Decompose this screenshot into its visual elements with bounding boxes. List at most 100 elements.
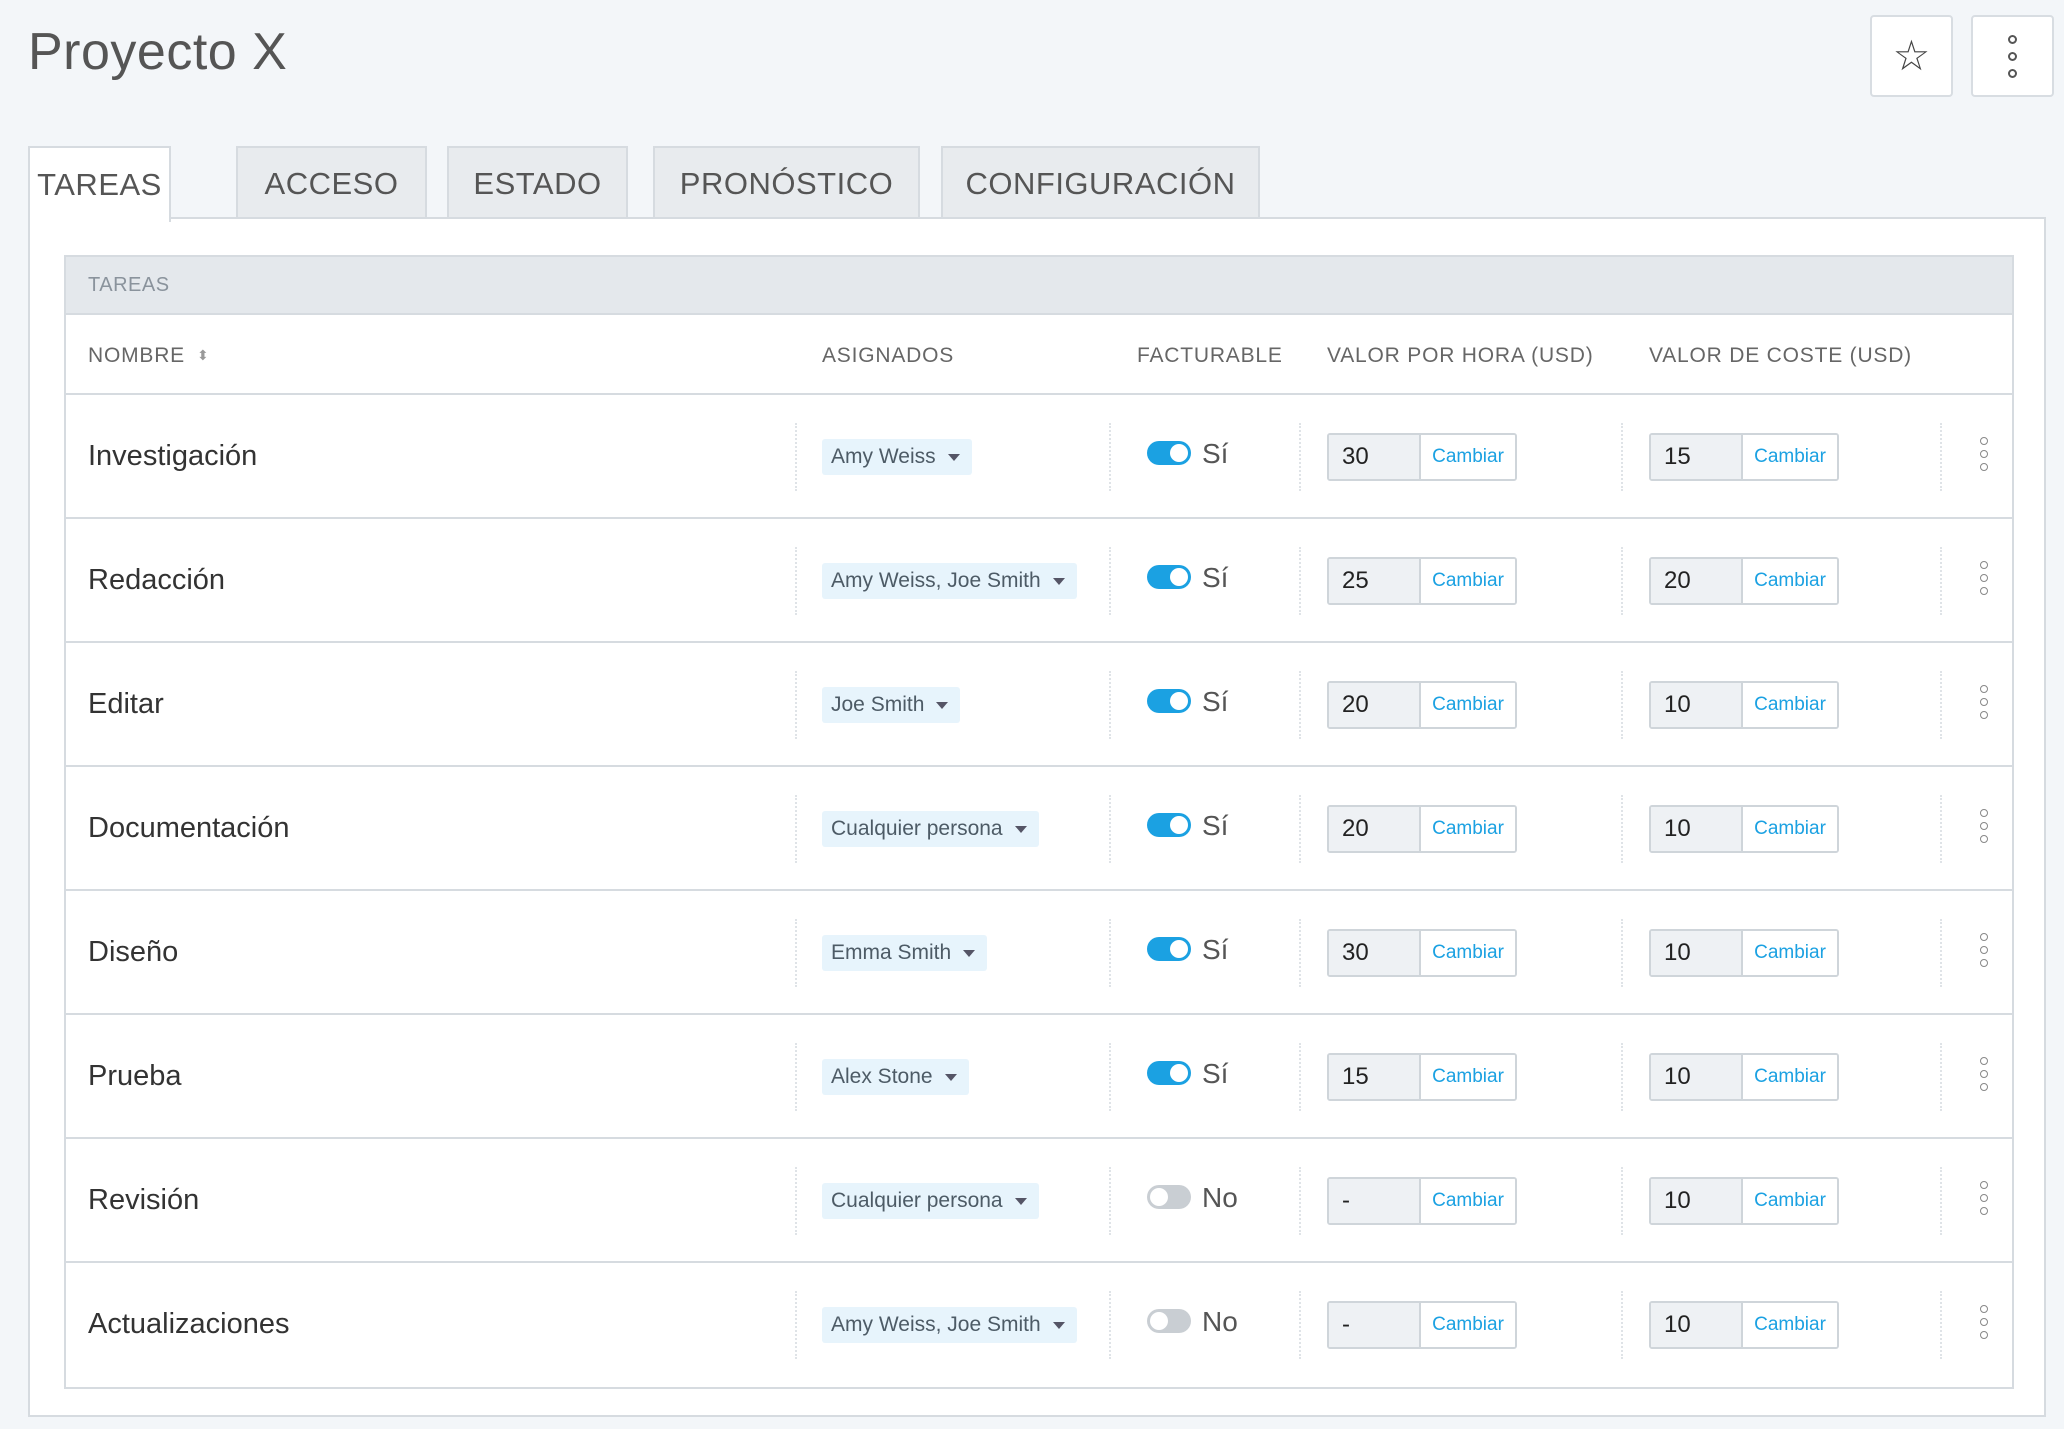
cost-rate-group: 20 Cambiar: [1649, 557, 1839, 605]
tab-configuracion[interactable]: CONFIGURACIÓN: [941, 146, 1260, 219]
cost-rate-change-button[interactable]: Cambiar: [1743, 807, 1837, 851]
vertical-dots-icon: [1980, 1057, 1988, 1091]
row-options-button[interactable]: [1980, 933, 1988, 967]
vertical-dots-icon: [2008, 34, 2017, 78]
hourly-rate-group: 20 Cambiar: [1327, 681, 1517, 729]
table-row: Diseño Emma Smith Sí 30 Cambiar 10 Cambi…: [66, 891, 2012, 1015]
vertical-dots-icon: [1980, 1305, 1988, 1339]
task-name: Actualizaciones: [88, 1308, 290, 1340]
assignee-label: Cualquier persona: [831, 1189, 1003, 1212]
row-options-button[interactable]: [1980, 1305, 1988, 1339]
billable-label: Sí: [1202, 934, 1229, 965]
cost-rate-group: 15 Cambiar: [1649, 433, 1839, 481]
table-row: Revisión Cualquier persona No - Cambiar …: [66, 1139, 2012, 1263]
task-name: Investigación: [88, 440, 258, 472]
billable-toggle[interactable]: [1147, 1061, 1191, 1085]
hourly-rate-value: 30: [1329, 931, 1421, 975]
hourly-rate-change-button[interactable]: Cambiar: [1421, 559, 1515, 603]
cost-rate-value: 10: [1651, 1303, 1743, 1347]
assignee-dropdown[interactable]: Cualquier persona: [822, 1183, 1039, 1219]
cost-rate-change-button[interactable]: Cambiar: [1743, 1303, 1837, 1347]
cost-rate-change-button[interactable]: Cambiar: [1743, 931, 1837, 975]
cost-rate-change-button[interactable]: Cambiar: [1743, 435, 1837, 479]
hourly-rate-change-button[interactable]: Cambiar: [1421, 1055, 1515, 1099]
column-cost-rate-header: VALOR DE COSTE (USD): [1649, 344, 1912, 367]
hourly-rate-change-button[interactable]: Cambiar: [1421, 683, 1515, 727]
tab-tareas[interactable]: TAREAS: [28, 146, 171, 222]
billable-label: Sí: [1202, 1058, 1229, 1089]
cost-rate-change-button[interactable]: Cambiar: [1743, 1055, 1837, 1099]
row-options-button[interactable]: [1980, 561, 1988, 595]
task-name: Prueba: [88, 1060, 182, 1092]
row-options-button[interactable]: [1980, 1181, 1988, 1215]
billable-toggle[interactable]: [1147, 565, 1191, 589]
billable-label: No: [1202, 1306, 1238, 1337]
assignee-dropdown[interactable]: Amy Weiss, Joe Smith: [822, 1307, 1077, 1343]
cost-rate-value: 10: [1651, 807, 1743, 851]
row-options-button[interactable]: [1980, 809, 1988, 843]
hourly-rate-change-button[interactable]: Cambiar: [1421, 435, 1515, 479]
tab-estado[interactable]: ESTADO: [447, 146, 628, 219]
billable-toggle[interactable]: [1147, 1309, 1191, 1333]
cost-rate-group: 10 Cambiar: [1649, 1053, 1839, 1101]
hourly-rate-value: 25: [1329, 559, 1421, 603]
row-options-button[interactable]: [1980, 685, 1988, 719]
cost-rate-value: 20: [1651, 559, 1743, 603]
cost-rate-group: 10 Cambiar: [1649, 805, 1839, 853]
cost-rate-value: 10: [1651, 931, 1743, 975]
billable-toggle[interactable]: [1147, 1185, 1191, 1209]
table-body: Investigación Amy Weiss Sí 30 Cambiar 15…: [66, 395, 2012, 1387]
billable-label: Sí: [1202, 562, 1229, 593]
cost-rate-change-button[interactable]: Cambiar: [1743, 683, 1837, 727]
table-row: Prueba Alex Stone Sí 15 Cambiar 10 Cambi…: [66, 1015, 2012, 1139]
assignee-dropdown[interactable]: Amy Weiss, Joe Smith: [822, 563, 1077, 599]
cost-rate-change-button[interactable]: Cambiar: [1743, 1179, 1837, 1223]
hourly-rate-change-button[interactable]: Cambiar: [1421, 1179, 1515, 1223]
vertical-dots-icon: [1980, 685, 1988, 719]
assignee-dropdown[interactable]: Alex Stone: [822, 1059, 969, 1095]
hourly-rate-change-button[interactable]: Cambiar: [1421, 807, 1515, 851]
row-options-button[interactable]: [1980, 437, 1988, 471]
column-name-header[interactable]: NOMBRE ⬍: [88, 344, 210, 368]
billable-toggle[interactable]: [1147, 813, 1191, 837]
row-options-button[interactable]: [1980, 1057, 1988, 1091]
cost-rate-group: 10 Cambiar: [1649, 929, 1839, 977]
star-icon: ☆: [1892, 32, 1931, 79]
hourly-rate-value: -: [1329, 1179, 1421, 1223]
caret-down-icon: [944, 1073, 957, 1081]
sort-icon[interactable]: ⬍: [197, 347, 210, 363]
tab-acceso[interactable]: ACCESO: [236, 146, 427, 219]
hourly-rate-value: 30: [1329, 435, 1421, 479]
caret-down-icon: [1052, 577, 1065, 585]
hourly-rate-group: 15 Cambiar: [1327, 1053, 1517, 1101]
task-name: Revisión: [88, 1184, 200, 1216]
billable-toggle[interactable]: [1147, 689, 1191, 713]
tab-pronostico[interactable]: PRONÓSTICO: [653, 146, 920, 219]
assignee-label: Amy Weiss, Joe Smith: [831, 569, 1041, 592]
billable-toggle[interactable]: [1147, 441, 1191, 465]
column-billable-header: FACTURABLE: [1137, 344, 1283, 367]
task-name: Documentación: [88, 812, 290, 844]
hourly-rate-group: - Cambiar: [1327, 1177, 1517, 1225]
caret-down-icon: [963, 949, 976, 957]
table-row: Actualizaciones Amy Weiss, Joe Smith No …: [66, 1263, 2012, 1387]
task-name: Diseño: [88, 936, 179, 968]
hourly-rate-change-button[interactable]: Cambiar: [1421, 931, 1515, 975]
assignee-label: Alex Stone: [831, 1065, 933, 1088]
cost-rate-value: 10: [1651, 1055, 1743, 1099]
caret-down-icon: [947, 453, 960, 461]
billable-label: No: [1202, 1182, 1238, 1213]
assignee-label: Emma Smith: [831, 941, 952, 964]
cost-rate-change-button[interactable]: Cambiar: [1743, 559, 1837, 603]
favorite-button[interactable]: ☆: [1870, 15, 1953, 97]
assignee-dropdown[interactable]: Emma Smith: [822, 935, 988, 971]
task-name: Editar: [88, 688, 164, 720]
table-header-row: NOMBRE ⬍ ASIGNADOS FACTURABLE VALOR POR H…: [66, 315, 2012, 395]
assignee-dropdown[interactable]: Cualquier persona: [822, 811, 1039, 847]
caret-down-icon: [1014, 825, 1027, 833]
assignee-dropdown[interactable]: Joe Smith: [822, 687, 961, 723]
more-options-button[interactable]: [1971, 15, 2054, 97]
assignee-dropdown[interactable]: Amy Weiss: [822, 439, 972, 475]
billable-toggle[interactable]: [1147, 937, 1191, 961]
hourly-rate-change-button[interactable]: Cambiar: [1421, 1303, 1515, 1347]
